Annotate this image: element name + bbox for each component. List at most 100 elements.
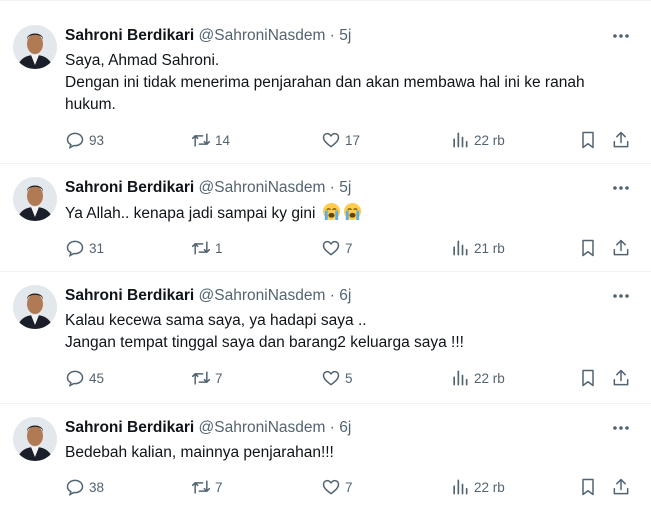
separator-dot: · (329, 287, 335, 304)
views-button[interactable]: 22 rb (450, 129, 505, 151)
tweet[interactable]: Sahroni Berdikari @SahroniNasdem · 6j Ka… (0, 272, 651, 404)
views-count: 22 rb (474, 479, 505, 495)
reply-icon (66, 479, 84, 496)
tweet-text-line: Bedebah kalian, mainnya penjarahan!!! (65, 444, 334, 461)
author-name[interactable]: Sahroni Berdikari (65, 27, 194, 44)
author-name[interactable]: Sahroni Berdikari (65, 419, 194, 436)
more-options-button[interactable] (606, 285, 636, 307)
tweet-header: Sahroni Berdikari @SahroniNasdem · 5j (65, 178, 351, 198)
reply-count: 31 (89, 240, 105, 256)
timestamp[interactable]: 5j (339, 179, 351, 196)
reply-button[interactable]: 31 (65, 237, 104, 259)
action-bar: 93 14 17 22 rb (0, 129, 651, 151)
tweet[interactable]: Sahroni Berdikari @SahroniNasdem · 6j Be… (0, 404, 651, 518)
tweet-text: Ya Allah.. kenapa jadi sampai ky gini (65, 202, 640, 225)
separator-dot: · (329, 179, 335, 196)
retweet-count: 14 (215, 132, 231, 148)
bookmark-icon (582, 369, 594, 387)
avatar[interactable] (13, 177, 57, 221)
more-horizontal-icon (613, 34, 629, 38)
reply-button[interactable]: 38 (65, 476, 104, 498)
avatar[interactable] (13, 25, 57, 69)
like-count: 7 (345, 479, 353, 495)
like-button[interactable]: 7 (321, 237, 353, 259)
retweet-button[interactable]: 7 (191, 367, 223, 389)
bookmark-button[interactable] (578, 367, 598, 389)
reply-button[interactable]: 93 (65, 129, 104, 151)
share-button[interactable] (611, 129, 631, 151)
heart-icon (322, 240, 340, 256)
share-button[interactable] (611, 367, 631, 389)
retweet-count: 1 (215, 240, 223, 256)
more-horizontal-icon (613, 426, 629, 430)
tweet-text-line: hukum. (65, 96, 116, 113)
reply-icon (66, 132, 84, 149)
like-count: 7 (345, 240, 353, 256)
retweet-icon (191, 133, 211, 147)
tweet-text: Bedebah kalian, mainnya penjarahan!!! (65, 442, 640, 464)
views-button[interactable]: 22 rb (450, 476, 505, 498)
share-icon (613, 131, 629, 148)
heart-icon (322, 479, 340, 495)
heart-icon (322, 132, 340, 148)
tweet[interactable]: Sahroni Berdikari @SahroniNasdem · 5j Sa… (0, 12, 651, 164)
share-button[interactable] (611, 476, 631, 498)
bookmark-button[interactable] (578, 129, 598, 151)
views-button[interactable]: 22 rb (450, 367, 505, 389)
retweet-button[interactable]: 1 (191, 237, 223, 259)
like-button[interactable]: 5 (321, 367, 353, 389)
retweet-count: 7 (215, 370, 223, 386)
bookmark-button[interactable] (578, 237, 598, 259)
retweet-icon (191, 371, 211, 385)
more-options-button[interactable] (606, 177, 636, 199)
share-icon (613, 369, 629, 386)
tweet-header: Sahroni Berdikari @SahroniNasdem · 5j (65, 26, 351, 46)
reply-count: 38 (89, 479, 105, 495)
tweet-header: Sahroni Berdikari @SahroniNasdem · 6j (65, 418, 351, 438)
author-name[interactable]: Sahroni Berdikari (65, 287, 194, 304)
views-bar-chart-icon (453, 370, 468, 386)
avatar[interactable] (13, 417, 57, 461)
tweet-header: Sahroni Berdikari @SahroniNasdem · 6j (65, 286, 351, 306)
timestamp[interactable]: 6j (339, 287, 351, 304)
tweet-text-line: Ya Allah.. kenapa jadi sampai ky gini (65, 202, 640, 225)
bookmark-icon (582, 131, 594, 149)
retweet-button[interactable]: 7 (191, 476, 223, 498)
reply-count: 93 (89, 132, 105, 148)
author-name[interactable]: Sahroni Berdikari (65, 179, 194, 196)
separator-dot: · (329, 27, 335, 44)
author-handle[interactable]: @SahroniNasdem (199, 419, 326, 436)
retweet-icon (191, 480, 211, 494)
reply-icon (66, 370, 84, 387)
like-button[interactable]: 7 (321, 476, 353, 498)
tweet-text: Kalau kecewa sama saya, ya hadapi saya .… (65, 310, 640, 354)
share-icon (613, 239, 629, 256)
retweet-button[interactable]: 14 (191, 129, 230, 151)
timeline-feed: Sahroni Berdikari @SahroniNasdem · 5j Sa… (0, 0, 651, 518)
tweet-text-line: Jangan tempat tinggal saya dan barang2 k… (65, 334, 464, 351)
avatar[interactable] (13, 285, 57, 329)
more-options-button[interactable] (606, 417, 636, 439)
more-horizontal-icon (613, 294, 629, 298)
author-handle[interactable]: @SahroniNasdem (199, 27, 326, 44)
tweet-text-line: Saya, Ahmad Sahroni. (65, 52, 220, 69)
more-horizontal-icon (613, 186, 629, 190)
more-options-button[interactable] (606, 25, 636, 47)
reply-button[interactable]: 45 (65, 367, 104, 389)
like-button[interactable]: 17 (321, 129, 360, 151)
tweet[interactable]: Sahroni Berdikari @SahroniNasdem · 5j Ya… (0, 164, 651, 272)
share-button[interactable] (611, 237, 631, 259)
like-count: 17 (345, 132, 361, 148)
author-handle[interactable]: @SahroniNasdem (199, 179, 326, 196)
bookmark-button[interactable] (578, 476, 598, 498)
views-count: 21 rb (474, 240, 505, 256)
reply-icon (66, 240, 84, 257)
separator-dot: · (329, 419, 335, 436)
author-handle[interactable]: @SahroniNasdem (199, 287, 326, 304)
share-icon (613, 478, 629, 495)
timestamp[interactable]: 5j (339, 27, 351, 44)
bookmark-icon (582, 239, 594, 257)
loudly-crying-face-icon (322, 202, 340, 221)
views-button[interactable]: 21 rb (450, 237, 505, 259)
timestamp[interactable]: 6j (339, 419, 351, 436)
